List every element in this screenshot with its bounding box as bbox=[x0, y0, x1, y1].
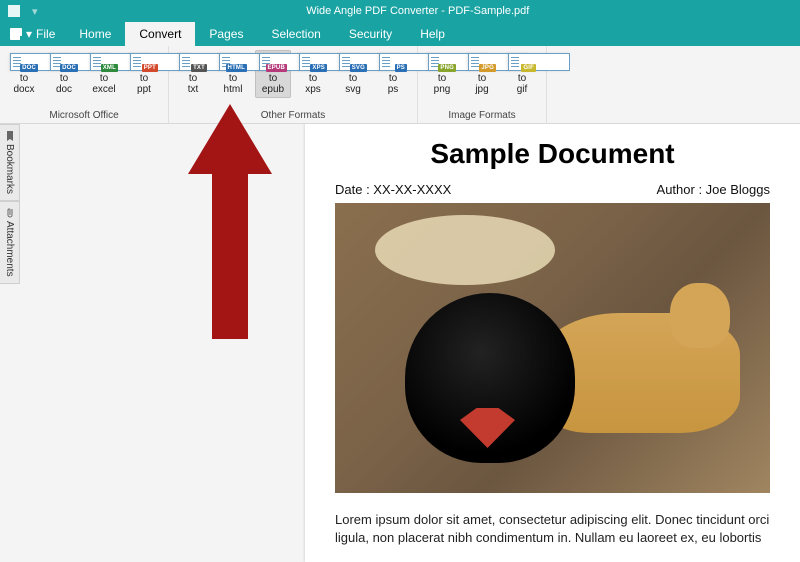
convert-button-label: to epub bbox=[262, 73, 284, 95]
doc-author: Author : Joe Bloggs bbox=[657, 182, 770, 197]
convert-button-label: to xps bbox=[305, 73, 321, 95]
convert-button-label: to docx bbox=[13, 73, 34, 95]
ribbon-group-label: Other Formats bbox=[261, 110, 325, 123]
file-to-ps-icon: PS bbox=[379, 53, 407, 71]
doc-image bbox=[335, 203, 770, 493]
file-to-excel-icon: XML bbox=[90, 53, 118, 71]
file-to-txt-icon: TXT bbox=[179, 53, 207, 71]
file-to-png-icon: PNG bbox=[428, 53, 456, 71]
workspace: Bookmarks Attachments Sample Document Dat… bbox=[0, 124, 800, 562]
tab-pages[interactable]: Pages bbox=[195, 22, 257, 46]
convert-to-svg-button[interactable]: SVG to svg bbox=[335, 50, 371, 98]
ribbon-group-microsoft-office: DOC to docx DOC to doc XML to excel PPT to ppt M… bbox=[0, 46, 169, 123]
file-to-html-icon: HTML bbox=[219, 53, 247, 71]
app-icon bbox=[8, 5, 20, 17]
convert-button-label: to txt bbox=[188, 73, 199, 95]
file-menu-label: File bbox=[36, 27, 55, 41]
window-titlebar: ▾ Wide Angle PDF Converter - PDF-Sample.… bbox=[0, 0, 800, 22]
convert-to-gif-button[interactable]: GIF to gif bbox=[504, 50, 540, 98]
convert-button-label: to ppt bbox=[137, 73, 151, 95]
qat-dropdown-icon[interactable]: ▾ bbox=[32, 5, 38, 18]
ribbon-group-image-formats: PNG to png JPG to jpg GIF to gif Image Formats bbox=[418, 46, 547, 123]
ribbon-tabs: ▾ File HomeConvertPagesSelectionSecurity… bbox=[0, 22, 800, 46]
side-tab-attachments[interactable]: Attachments bbox=[0, 201, 20, 284]
file-to-xps-icon: XPS bbox=[299, 53, 327, 71]
paperclip-icon bbox=[5, 208, 15, 218]
convert-to-doc-button[interactable]: DOC to doc bbox=[46, 50, 82, 98]
document-viewport[interactable]: Sample Document Date : XX-XX-XXXX Author… bbox=[20, 124, 800, 562]
doc-title: Sample Document bbox=[335, 138, 770, 170]
file-to-doc-icon: DOC bbox=[50, 53, 78, 71]
convert-button-label: to doc bbox=[56, 73, 72, 95]
file-icon bbox=[10, 28, 22, 40]
convert-to-ps-button[interactable]: PS to ps bbox=[375, 50, 411, 98]
doc-date: Date : XX-XX-XXXX bbox=[335, 182, 451, 197]
tab-security[interactable]: Security bbox=[335, 22, 406, 46]
convert-to-xps-button[interactable]: XPS to xps bbox=[295, 50, 331, 98]
file-menu[interactable]: ▾ File bbox=[0, 22, 65, 46]
convert-button-label: to jpg bbox=[475, 73, 488, 95]
file-to-svg-icon: SVG bbox=[339, 53, 367, 71]
convert-to-txt-button[interactable]: TXT to txt bbox=[175, 50, 211, 98]
doc-body-text: Lorem ipsum dolor sit amet, consectetur … bbox=[335, 511, 770, 547]
convert-to-html-button[interactable]: HTML to html bbox=[215, 50, 251, 98]
convert-to-epub-button[interactable]: EPUB to epub bbox=[255, 50, 291, 98]
convert-to-excel-button[interactable]: XML to excel bbox=[86, 50, 122, 98]
file-to-jpg-icon: JPG bbox=[468, 53, 496, 71]
convert-button-label: to png bbox=[434, 73, 451, 95]
file-to-epub-icon: EPUB bbox=[259, 53, 287, 71]
convert-button-label: to excel bbox=[92, 73, 115, 95]
tab-convert[interactable]: Convert bbox=[125, 22, 195, 46]
tab-selection[interactable]: Selection bbox=[257, 22, 334, 46]
convert-to-png-button[interactable]: PNG to png bbox=[424, 50, 460, 98]
doc-meta-row: Date : XX-XX-XXXX Author : Joe Bloggs bbox=[335, 182, 770, 197]
file-to-docx-icon: DOC bbox=[10, 53, 38, 71]
convert-to-ppt-button[interactable]: PPT to ppt bbox=[126, 50, 162, 98]
file-to-ppt-icon: PPT bbox=[130, 53, 158, 71]
convert-button-label: to html bbox=[224, 73, 243, 95]
bookmark-icon bbox=[5, 131, 15, 141]
convert-button-label: to gif bbox=[517, 73, 528, 95]
convert-to-docx-button[interactable]: DOC to docx bbox=[6, 50, 42, 98]
ribbon-group-other-formats: TXT to txt HTML to html EPUB to epub XPS to xps… bbox=[169, 46, 418, 123]
side-tab-label: Attachments bbox=[4, 221, 15, 277]
ribbon-group-label: Image Formats bbox=[448, 110, 515, 123]
convert-button-label: to ps bbox=[388, 73, 399, 95]
convert-to-jpg-button[interactable]: JPG to jpg bbox=[464, 50, 500, 98]
tab-home[interactable]: Home bbox=[65, 22, 125, 46]
side-tab-bookmarks[interactable]: Bookmarks bbox=[0, 124, 20, 201]
side-tab-label: Bookmarks bbox=[4, 144, 15, 194]
side-panel-tabs: Bookmarks Attachments bbox=[0, 124, 20, 562]
window-title: Wide Angle PDF Converter - PDF-Sample.pd… bbox=[306, 5, 529, 17]
ribbon-convert: DOC to docx DOC to doc XML to excel PPT to ppt M… bbox=[0, 46, 800, 124]
document-page: Sample Document Date : XX-XX-XXXX Author… bbox=[305, 124, 800, 562]
file-to-gif-icon: GIF bbox=[508, 53, 536, 71]
convert-button-label: to svg bbox=[345, 73, 361, 95]
tab-help[interactable]: Help bbox=[406, 22, 459, 46]
ribbon-group-label: Microsoft Office bbox=[49, 110, 118, 123]
